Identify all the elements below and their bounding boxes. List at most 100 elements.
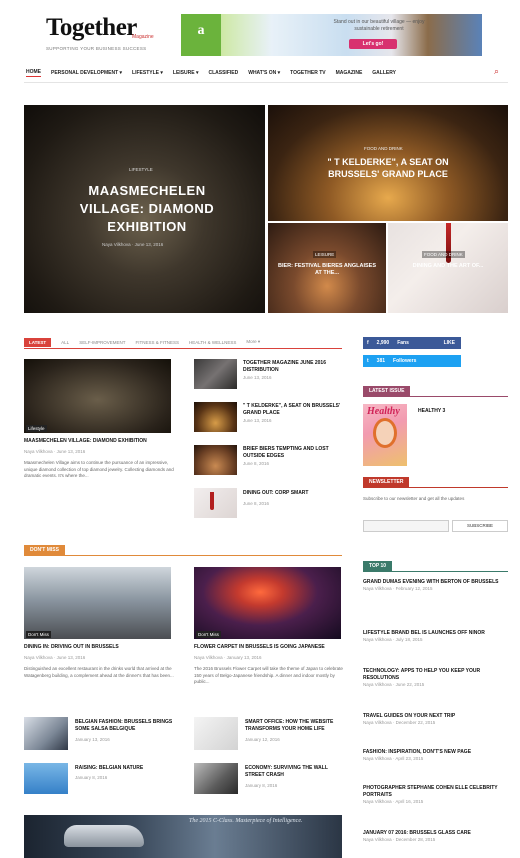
- latest-side-meta-2: June 13, 2016: [243, 418, 272, 423]
- dont-miss-small-title-4[interactable]: ECONOMY: SURVIVING THE WALL STREET CRASH: [245, 765, 342, 779]
- newsletter-header: NEWSLETTER: [363, 477, 410, 487]
- nav-item-magazine[interactable]: MAGAZINE: [336, 70, 363, 76]
- banner-brand-logo: a: [181, 14, 221, 56]
- tab-fitness[interactable]: FITNESS & FITNESS: [135, 340, 179, 345]
- hero-feature-bottom-right[interactable]: FOOD AND DRINK DINING AND THE ART OF...: [388, 223, 508, 313]
- search-icon[interactable]: ⌕: [494, 66, 499, 77]
- nav-item-gallery[interactable]: GALLERY: [372, 70, 396, 76]
- dont-miss-card-image-2[interactable]: Don't Miss: [194, 567, 341, 639]
- tab-all[interactable]: ALL: [61, 340, 69, 345]
- tab-self-improvement[interactable]: SELF-IMPROVEMENT: [79, 340, 125, 345]
- site-logo[interactable]: Together: [46, 14, 137, 42]
- facebook-widget[interactable]: f 2,990 Fans LIKE: [363, 337, 461, 349]
- tab-health[interactable]: HEALTH & WELLNESS: [189, 340, 236, 345]
- latest-side-thumb-4[interactable]: [194, 488, 237, 518]
- hero-feature-top-right[interactable]: FOOD AND DRINK " T KELDERKE", A SEAT ON …: [268, 105, 508, 221]
- latest-side-thumb-3[interactable]: [194, 445, 237, 475]
- tab-latest[interactable]: LATEST: [24, 337, 52, 347]
- dont-miss-card-excerpt-1: Distinguished an excellent restaurant in…: [24, 666, 174, 678]
- top10-title[interactable]: TECHNOLOGY: APPS TO HELP YOU KEEP YOUR R…: [363, 668, 508, 682]
- dont-miss-header: DON'T MISS: [24, 545, 65, 555]
- latest-side-title-3[interactable]: BRIEF BIERS TEMPTING AND LOST OUTSIDE ED…: [243, 446, 341, 460]
- hero-main-title[interactable]: MAASMECHELEN VILLAGE: DIAMOND EXHIBITION: [64, 182, 230, 236]
- hero-top-right-title[interactable]: " T KELDERKE", A SEAT ON BRUSSELS' GRAND…: [304, 156, 472, 180]
- nav-item-whats-on[interactable]: WHAT'S ON ▾: [248, 70, 280, 76]
- hero-feature-bottom-left[interactable]: LEISURE BIER: FESTIVAL BIERES ANGLAISES …: [268, 223, 386, 313]
- latest-issue-underline: [363, 396, 508, 397]
- latest-issue-cover[interactable]: Healthy: [363, 404, 407, 466]
- hero-feature-main[interactable]: LIFESTYLE MAASMECHELEN VILLAGE: DIAMOND …: [24, 105, 265, 313]
- top10-header: TOP 10: [363, 561, 393, 571]
- latest-main-image[interactable]: Lifestyle: [24, 359, 171, 433]
- top10-item-6[interactable]: PHOTOGRAPHER STEPHANE COHEN ELLE CELEBRI…: [363, 785, 508, 804]
- banner-text: Stand out in our beautiful village — enj…: [333, 19, 425, 32]
- dont-miss-card-excerpt-2: The 2016 Brussels Flower Carpet will tak…: [194, 666, 343, 684]
- dont-miss-small-thumb-4[interactable]: [194, 763, 238, 794]
- latest-tabs: LATEST ALL SELF-IMPROVEMENT FITNESS & FI…: [24, 336, 342, 348]
- latest-side-title-4[interactable]: DINING OUT: CORP SMART: [243, 490, 341, 497]
- top10-title[interactable]: FASHION: INSPIRATION, DON'T'S NEW PAGE: [363, 749, 508, 756]
- dont-miss-small-title-3[interactable]: RAISING: BELGIAN NATURE: [75, 765, 175, 772]
- dont-miss-underline: [24, 555, 342, 556]
- twitter-widget[interactable]: t 381 Followers: [363, 355, 461, 367]
- tab-more[interactable]: More ▾: [246, 339, 260, 345]
- top10-meta: Naya Vilkhova · July 18, 2015: [363, 637, 423, 642]
- dont-miss-small-thumb-1[interactable]: [24, 717, 68, 750]
- latest-side-thumb-1[interactable]: [194, 359, 237, 389]
- dont-miss-small-title-1[interactable]: BELGIAN FASHION: BRUSSELS BRINGS SOME SA…: [75, 719, 175, 733]
- top10-item-5[interactable]: FASHION: INSPIRATION, DON'T'S NEW PAGE N…: [363, 749, 508, 761]
- nav-item-lifestyle[interactable]: LIFESTYLE ▾: [132, 70, 163, 76]
- top10-title[interactable]: TRAVEL GUIDES ON YOUR NEXT TRIP: [363, 713, 508, 720]
- latest-side-thumb-2[interactable]: [194, 402, 237, 432]
- latest-side-meta-1: June 13, 2016: [243, 375, 272, 380]
- dont-miss-small-meta-2: January 12, 2016: [245, 737, 280, 742]
- banner-cta-button[interactable]: Let's go!: [349, 39, 397, 49]
- top10-title[interactable]: GRAND DUMAS EVENING WITH BERTON OF BRUSS…: [363, 579, 508, 586]
- footer-banner-text: The 2015 C-Class. Masterpiece of Intelli…: [189, 818, 303, 824]
- latest-side-title-2[interactable]: " T KELDERKE", A SEAT ON BRUSSELS' GRAND…: [243, 403, 341, 417]
- latest-issue-title[interactable]: HEALTHY 3: [418, 408, 445, 415]
- top10-item-2[interactable]: LIFESTYLE BRAND BEL IS LAUNCHES OFF NINO…: [363, 630, 508, 642]
- latest-side-title-1[interactable]: TOGETHER MAGAZINE JUNE 2016 DISTRIBUTION: [243, 360, 341, 374]
- dont-miss-small-thumb-3[interactable]: [24, 763, 68, 794]
- top10-item-7[interactable]: JANUARY 07 2016: BRUSSELS GLASS CARE Nay…: [363, 830, 508, 842]
- top10-title[interactable]: LIFESTYLE BRAND BEL IS LAUNCHES OFF NINO…: [363, 630, 508, 637]
- hero-bottom-left-title[interactable]: BIER: FESTIVAL BIERES ANGLAISES AT THE..…: [277, 263, 377, 277]
- latest-main-badge: Lifestyle: [26, 425, 47, 432]
- top10-meta: Naya Vilkhova · June 22, 2015: [363, 682, 425, 687]
- top10-title[interactable]: JANUARY 07 2016: BRUSSELS GLASS CARE: [363, 830, 508, 837]
- latest-main-meta: Naya Vilkhova · June 13, 2016: [24, 449, 86, 454]
- twitter-icon: t: [367, 358, 369, 364]
- hero-bottom-right-category: FOOD AND DRINK: [422, 251, 465, 258]
- newsletter-subscribe-button[interactable]: SUBSCRIBE: [452, 520, 508, 532]
- top10-underline: [363, 571, 508, 572]
- nav-item-classified[interactable]: CLASSIFIED: [208, 70, 238, 76]
- top10-item-1[interactable]: GRAND DUMAS EVENING WITH BERTON OF BRUSS…: [363, 579, 508, 591]
- nav-item-personal-development[interactable]: PERSONAL DEVELOPMENT ▾: [51, 70, 122, 76]
- nav-item-leisure[interactable]: LEISURE ▾: [173, 70, 199, 76]
- facebook-like-button[interactable]: LIKE: [444, 340, 455, 346]
- dont-miss-card-title-2[interactable]: FLOWER CARPET IN BRUSSELS IS GOING JAPAN…: [194, 644, 344, 651]
- latest-main-title[interactable]: MAASMECHELEN VILLAGE: DIAMOND EXHIBITION: [24, 438, 174, 445]
- twitter-count: 381: [376, 358, 386, 364]
- facebook-fans-label: Fans: [397, 340, 409, 346]
- dont-miss-small-title-2[interactable]: SMART OFFICE: HOW THE WEBSITE TRANSFORMS…: [245, 719, 342, 733]
- header-ad-banner[interactable]: a Stand out in our beautiful village — e…: [181, 14, 482, 56]
- nav-item-together-tv[interactable]: TOGETHER TV: [290, 70, 325, 76]
- top10-meta: Naya Vilkhova · February 12, 2015: [363, 586, 433, 591]
- dont-miss-small-thumb-2[interactable]: [194, 717, 238, 750]
- nav-divider: [24, 82, 508, 83]
- facebook-count: 2,990: [376, 340, 390, 346]
- nav-item-home[interactable]: HOME: [26, 69, 41, 77]
- hero-bottom-left-category: LEISURE: [313, 251, 337, 258]
- newsletter-email-input[interactable]: [363, 520, 449, 532]
- dont-miss-card-badge-1: Don't Miss: [26, 631, 51, 638]
- top10-title[interactable]: PHOTOGRAPHER STEPHANE COHEN ELLE CELEBRI…: [363, 785, 508, 799]
- footer-ad-banner[interactable]: The 2015 C-Class. Masterpiece of Intelli…: [24, 815, 342, 858]
- top10-item-4[interactable]: TRAVEL GUIDES ON YOUR NEXT TRIP Naya Vil…: [363, 713, 508, 725]
- dont-miss-card-badge-2: Don't Miss: [196, 631, 221, 638]
- top10-item-3[interactable]: TECHNOLOGY: APPS TO HELP YOU KEEP YOUR R…: [363, 668, 508, 687]
- dont-miss-card-title-1[interactable]: DINING IN: DRIVING OUT IN BRUSSELS: [24, 644, 174, 651]
- hero-bottom-right-title[interactable]: DINING AND THE ART OF...: [398, 263, 498, 270]
- dont-miss-card-image-1[interactable]: Don't Miss: [24, 567, 171, 639]
